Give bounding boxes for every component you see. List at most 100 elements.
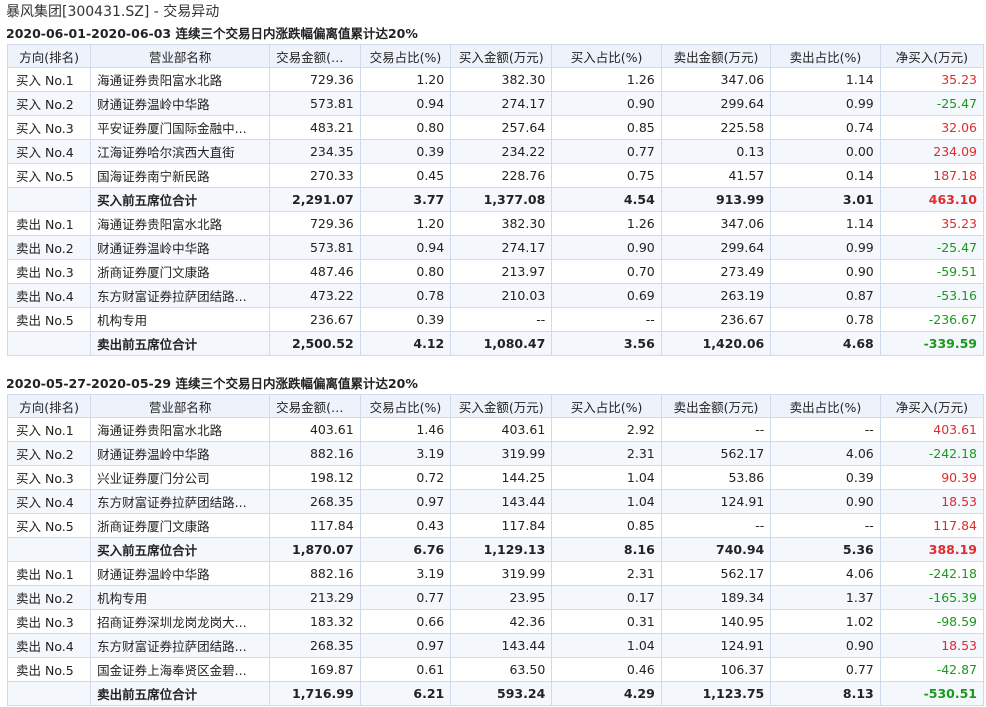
table-row: 买入 No.5 国海证券南宁新民路 270.33 0.45 228.76 0.75 41.5…: [6, 163, 985, 188]
col-sell-amount-cell: 347.06: [660, 211, 772, 236]
col-buy-ratio-cell: 2.31: [551, 561, 662, 586]
col-direction-cell: 卖出 No.5: [6, 657, 92, 682]
col-sell-ratio-cell: 8.13: [770, 681, 881, 706]
col-trade-amount-cell: 268.35: [269, 633, 361, 658]
col-department-header[interactable]: 营业部名称: [90, 44, 271, 68]
table-row: 买入 No.5 浙商证券厦门文康路 117.84 0.43 117.84 0.85 -- --…: [6, 513, 985, 538]
col-net-buy-header[interactable]: 净买入(万元): [879, 44, 985, 68]
col-buy-amount-cell: 234.22: [450, 139, 553, 164]
col-buy-ratio-cell: 0.85: [551, 513, 662, 538]
col-trade-ratio-header[interactable]: 交易占比(%): [359, 394, 452, 418]
col-trade-ratio-cell: 0.77: [359, 585, 452, 610]
table-row: 卖出 No.1 财通证券温岭中华路 882.16 3.19 319.99 2.31 562.…: [6, 561, 985, 586]
col-sell-ratio-cell: 0.87: [770, 283, 881, 308]
col-trade-amount-cell: 1,716.99: [269, 681, 361, 706]
col-department-cell: 买入前五席位合计: [90, 537, 271, 562]
col-direction-cell: 买入 No.3: [6, 465, 92, 490]
col-buy-ratio-cell: 0.31: [551, 609, 662, 634]
col-department-cell: 海通证券贵阳富水北路: [90, 211, 271, 236]
col-sell-ratio-cell: 3.01: [770, 187, 881, 212]
col-sell-ratio-header[interactable]: 卖出占比(%): [770, 394, 881, 418]
col-sell-amount-header[interactable]: 卖出金额(万元): [660, 394, 772, 418]
col-trade-ratio-cell: 0.72: [359, 465, 452, 490]
col-buy-amount-cell: 1,080.47: [450, 331, 553, 356]
col-trade-amount-cell: 729.36: [269, 211, 361, 236]
col-net-buy-cell: 463.10: [879, 187, 985, 212]
table-header-row: 方向(排名) 营业部名称 交易金额(万元) 交易占比(%) 买入金额(万元) 买入占比(%…: [6, 394, 985, 418]
col-net-buy-cell: -59.51: [879, 259, 985, 284]
col-trade-ratio-cell: 0.45: [359, 163, 452, 188]
col-net-buy-cell: -25.47: [879, 91, 985, 116]
col-trade-amount-header[interactable]: 交易金额(万元): [269, 394, 361, 418]
col-direction-cell: 卖出 No.2: [6, 235, 92, 260]
col-buy-amount-header[interactable]: 买入金额(万元): [450, 394, 553, 418]
col-sell-ratio-cell: 0.90: [770, 489, 881, 514]
col-buy-amount-cell: 213.97: [450, 259, 553, 284]
col-trade-amount-cell: 198.12: [269, 465, 361, 490]
col-buy-ratio-cell: 8.16: [551, 537, 662, 562]
col-sell-ratio-header[interactable]: 卖出占比(%): [770, 44, 881, 68]
col-department-header[interactable]: 营业部名称: [90, 394, 271, 418]
col-department-cell: 卖出前五席位合计: [90, 331, 271, 356]
col-buy-ratio-header[interactable]: 买入占比(%): [551, 44, 662, 68]
col-net-buy-cell: 117.84: [879, 513, 985, 538]
col-sell-amount-cell: 1,420.06: [660, 331, 772, 356]
col-direction-cell: 买入 No.2: [6, 91, 92, 116]
col-sell-amount-cell: 0.13: [660, 139, 772, 164]
col-trade-ratio-cell: 6.21: [359, 681, 452, 706]
col-direction-cell: [6, 681, 92, 706]
col-sell-ratio-cell: 1.14: [770, 211, 881, 236]
table-row: 买入 No.1 海通证券贵阳富水北路 729.36 1.20 382.30 1.26 347…: [6, 67, 985, 92]
col-buy-ratio-cell: 1.04: [551, 489, 662, 514]
col-direction-cell: 买入 No.5: [6, 163, 92, 188]
table-row: 卖出 No.3 招商证券深圳龙岗龙岗大... 183.32 0.66 42.36 0.31…: [6, 609, 985, 634]
col-sell-ratio-cell: 0.14: [770, 163, 881, 188]
col-trade-ratio-cell: 0.94: [359, 235, 452, 260]
table-total-row: 买入前五席位合计 2,291.07 3.77 1,377.08 4.54 913.99 3.…: [6, 187, 985, 212]
col-buy-ratio-cell: 0.85: [551, 115, 662, 140]
col-sell-amount-cell: 562.17: [660, 561, 772, 586]
col-sell-ratio-cell: 0.39: [770, 465, 881, 490]
col-sell-amount-cell: 299.64: [660, 91, 772, 116]
col-department-cell: 东方财富证券拉萨团结路...: [90, 633, 271, 658]
col-net-buy-cell: 32.06: [879, 115, 985, 140]
col-sell-amount-cell: --: [660, 513, 772, 538]
col-sell-amount-cell: 124.91: [660, 489, 772, 514]
table-row: 卖出 No.4 东方财富证券拉萨团结路... 268.35 0.97 143.44 1.0…: [6, 633, 985, 658]
col-net-buy-cell: -53.16: [879, 283, 985, 308]
col-sell-ratio-cell: 1.14: [770, 67, 881, 92]
col-department-cell: 东方财富证券拉萨团结路...: [90, 283, 271, 308]
col-trade-amount-header[interactable]: 交易金额(万元): [269, 44, 361, 68]
col-net-buy-header[interactable]: 净买入(万元): [879, 394, 985, 418]
col-sell-amount-cell: 263.19: [660, 283, 772, 308]
table-row: 卖出 No.2 机构专用 213.29 0.77 23.95 0.17 189.34 1.37…: [6, 585, 985, 610]
col-buy-ratio-cell: 1.04: [551, 633, 662, 658]
col-trade-ratio-cell: 3.19: [359, 561, 452, 586]
col-buy-ratio-header[interactable]: 买入占比(%): [551, 394, 662, 418]
col-direction-header[interactable]: 方向(排名): [6, 394, 92, 418]
col-buy-amount-cell: 593.24: [450, 681, 553, 706]
col-trade-ratio-cell: 0.94: [359, 91, 452, 116]
col-trade-amount-cell: 270.33: [269, 163, 361, 188]
col-net-buy-cell: 388.19: [879, 537, 985, 562]
col-buy-amount-cell: 1,377.08: [450, 187, 553, 212]
col-sell-amount-header[interactable]: 卖出金额(万元): [660, 44, 772, 68]
col-department-cell: 财通证券温岭中华路: [90, 561, 271, 586]
col-buy-ratio-cell: 4.29: [551, 681, 662, 706]
col-trade-amount-cell: 2,291.07: [269, 187, 361, 212]
col-trade-amount-cell: 183.32: [269, 609, 361, 634]
col-sell-ratio-cell: 1.02: [770, 609, 881, 634]
trade-table: 方向(排名) 营业部名称 交易金额(万元) 交易占比(%) 买入金额(万元) 买入占比(%…: [6, 394, 985, 706]
col-sell-amount-cell: 140.95: [660, 609, 772, 634]
col-buy-amount-header[interactable]: 买入金额(万元): [450, 44, 553, 68]
col-trade-ratio-header[interactable]: 交易占比(%): [359, 44, 452, 68]
col-department-cell: 兴业证券厦门分公司: [90, 465, 271, 490]
table-row: 卖出 No.5 机构专用 236.67 0.39 -- -- 236.67 0.78 -236.…: [6, 307, 985, 332]
col-net-buy-cell: -339.59: [879, 331, 985, 356]
col-buy-ratio-cell: 0.69: [551, 283, 662, 308]
col-buy-amount-cell: 274.17: [450, 235, 553, 260]
col-sell-ratio-cell: 0.90: [770, 259, 881, 284]
col-trade-amount-cell: 403.61: [269, 417, 361, 442]
col-direction-header[interactable]: 方向(排名): [6, 44, 92, 68]
col-sell-amount-cell: 299.64: [660, 235, 772, 260]
